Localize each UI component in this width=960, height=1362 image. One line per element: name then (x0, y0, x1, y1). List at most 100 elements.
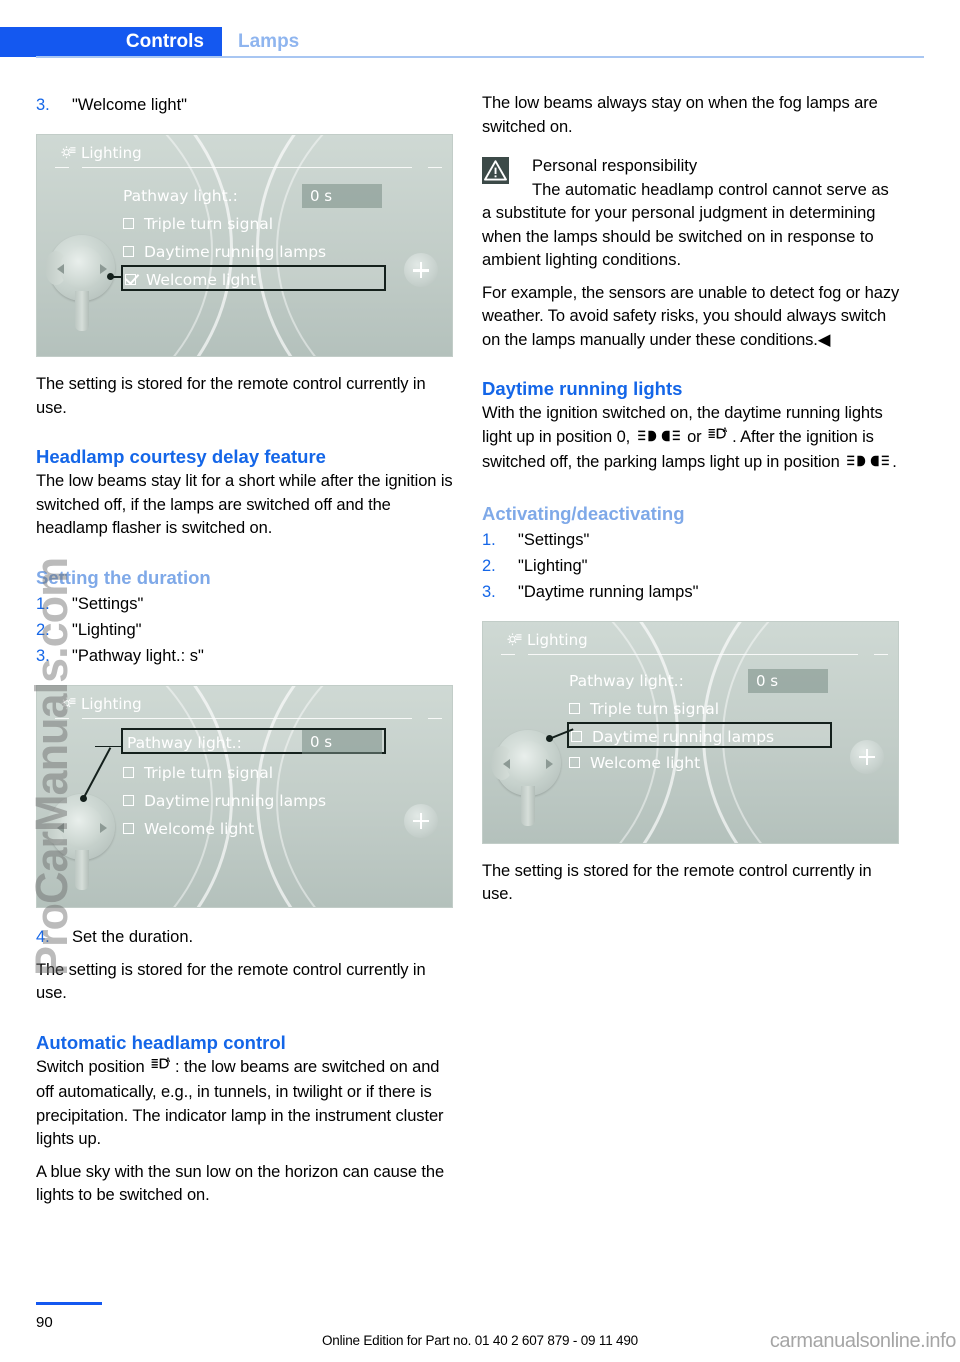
drl-period: . (732, 427, 737, 446)
pathway-light-value[interactable]: 0 s (302, 729, 382, 754)
tab-lamps[interactable]: Lamps (238, 27, 299, 57)
row-triple-turn-signal[interactable]: Triple turn signal (123, 211, 383, 237)
heading-setting-the-duration: Setting the duration (36, 566, 211, 588)
row-label: Pathway light.: (127, 733, 242, 752)
knob-inner (60, 804, 104, 849)
row-daytime-running-lamps[interactable]: Daytime running lamps (123, 788, 383, 814)
plus-button[interactable] (404, 803, 438, 838)
row-triple-turn-signal[interactable]: Triple turn signal (123, 760, 383, 786)
page-header: Controls Lamps (0, 0, 960, 58)
stored-note-2: The setting is stored for the remote con… (36, 960, 426, 1003)
plus-button[interactable] (850, 739, 884, 774)
knob-inner (506, 740, 550, 785)
checkbox-icon[interactable] (123, 218, 134, 229)
screen-header-rule (528, 653, 858, 655)
automatic-headlamp-body-2: A blue sky with the sun low on the horiz… (36, 1162, 445, 1205)
drl-body-or: or (687, 427, 702, 446)
list-item: 1. "Settings" (36, 591, 456, 617)
arrow-right-icon (100, 264, 107, 274)
list-item: 3. "Pathway light.: s" (36, 643, 456, 669)
footer-divider (36, 1302, 102, 1305)
step-number: 1. (36, 594, 50, 613)
callout-dot (107, 273, 114, 280)
drl-period-2: . (892, 453, 897, 471)
step-number: 4. (36, 927, 50, 946)
warning-body-text: The automatic headlamp control cannot se… (482, 180, 889, 270)
callout-leader-line (82, 746, 111, 799)
heading-headlamp-courtesy-delay: Headlamp courtesy delay feature (36, 446, 326, 467)
arrow-left-icon (57, 264, 64, 274)
plus-button[interactable] (404, 253, 438, 287)
list-item: 2. "Lighting" (482, 553, 902, 579)
row-label: Triple turn signal (144, 215, 274, 233)
screen-header-rule (82, 717, 412, 719)
idrive-controller-knob[interactable] (45, 793, 115, 890)
warning-triangle-icon (482, 157, 509, 184)
warning-title: Personal responsibility (532, 157, 698, 175)
step-number: 3. (36, 96, 50, 114)
left-column: 3. "Welcome light" Lighting Pathway ligh… (36, 92, 456, 1208)
pathway-light-value[interactable]: 0 s (302, 184, 382, 208)
checkbox-icon[interactable] (569, 756, 580, 768)
warning-body: The automatic headlamp control cannot se… (482, 179, 902, 273)
checkbox-icon[interactable] (123, 766, 134, 778)
auto-body-pre: Switch position (36, 1057, 145, 1076)
svg-text:A: A (166, 1057, 171, 1064)
callout-dot (80, 794, 87, 802)
header-tick-right (428, 167, 442, 168)
step-text: "Lighting" (518, 556, 588, 575)
warning-body-2: For example, the sensors are unable to d… (482, 282, 902, 353)
step-text: "Settings" (72, 594, 144, 613)
checkbox-icon[interactable] (123, 822, 134, 834)
heading-daytime-running-lights: Daytime running lights (482, 378, 683, 399)
screen-header-rule (82, 167, 412, 168)
step-text: "Daytime running lamps" (518, 582, 699, 601)
row-label: Pathway light.: (123, 187, 238, 205)
tab-controls[interactable]: Controls (0, 27, 222, 57)
row-label: Daytime running lamps (144, 791, 327, 810)
idrive-controller-knob[interactable] (45, 235, 115, 331)
checkbox-checked-icon[interactable] (125, 274, 136, 285)
checkbox-icon[interactable] (571, 730, 582, 742)
activating-steps-list: 1. "Settings" 2. "Lighting" 3. "Daytime … (482, 527, 902, 605)
welcome-light-step: 3. "Welcome light" (36, 92, 456, 118)
step-text: "Lighting" (72, 620, 142, 639)
automatic-headlamp-body: Switch position A : the low beams are sw… (36, 1056, 456, 1152)
row-welcome-light[interactable]: Welcome light (569, 750, 829, 776)
row-label: Triple turn signal (590, 699, 720, 718)
end-marker-icon: ◀ (817, 330, 831, 349)
idrive-screenshot-pathway-light: Lighting Pathway light.: 0 s Triple turn… (36, 684, 453, 908)
auto-headlamp-symbol-icon: A (708, 427, 730, 452)
row-triple-turn-signal[interactable]: Triple turn signal (569, 696, 829, 722)
step-number: 2. (482, 556, 496, 575)
row-label: Welcome light (146, 271, 257, 289)
arrow-right-icon (546, 758, 553, 769)
heading-activating-deactivating: Activating/deactivating (482, 502, 685, 524)
arrow-left-icon (57, 822, 64, 833)
step-number: 2. (36, 620, 50, 639)
list-item: 1. "Settings" (482, 527, 902, 553)
list-item: 4. Set the duration. (36, 924, 456, 950)
warning-body-2-text: For example, the sensors are unable to d… (482, 283, 900, 349)
callout-dot (546, 734, 553, 742)
arrow-left-icon (503, 758, 510, 769)
checkbox-icon[interactable] (569, 702, 580, 714)
right-column: The low beams always stay on when the fo… (482, 92, 902, 907)
gear-icon (505, 631, 523, 649)
header-tick-left (501, 653, 515, 655)
row-welcome-light[interactable]: Welcome light (121, 265, 386, 291)
checkbox-icon[interactable] (123, 246, 134, 257)
header-tick-right (874, 653, 888, 655)
step-number: 3. (482, 582, 496, 601)
screen-title: Lighting (81, 144, 142, 162)
row-label: Welcome light (590, 753, 701, 772)
screen-title: Lighting (527, 630, 588, 649)
row-daytime-running-lamps[interactable]: Daytime running lamps (567, 721, 832, 748)
courtesy-delay-body: The low beams stay lit for a short while… (36, 472, 453, 537)
step-number: 1. (482, 530, 496, 549)
checkbox-icon[interactable] (123, 794, 134, 806)
row-label: Daytime running lamps (592, 727, 775, 746)
row-welcome-light[interactable]: Welcome light (123, 816, 383, 842)
row-daytime-running-lamps[interactable]: Daytime running lamps (123, 239, 383, 265)
pathway-light-value[interactable]: 0 s (748, 668, 828, 693)
